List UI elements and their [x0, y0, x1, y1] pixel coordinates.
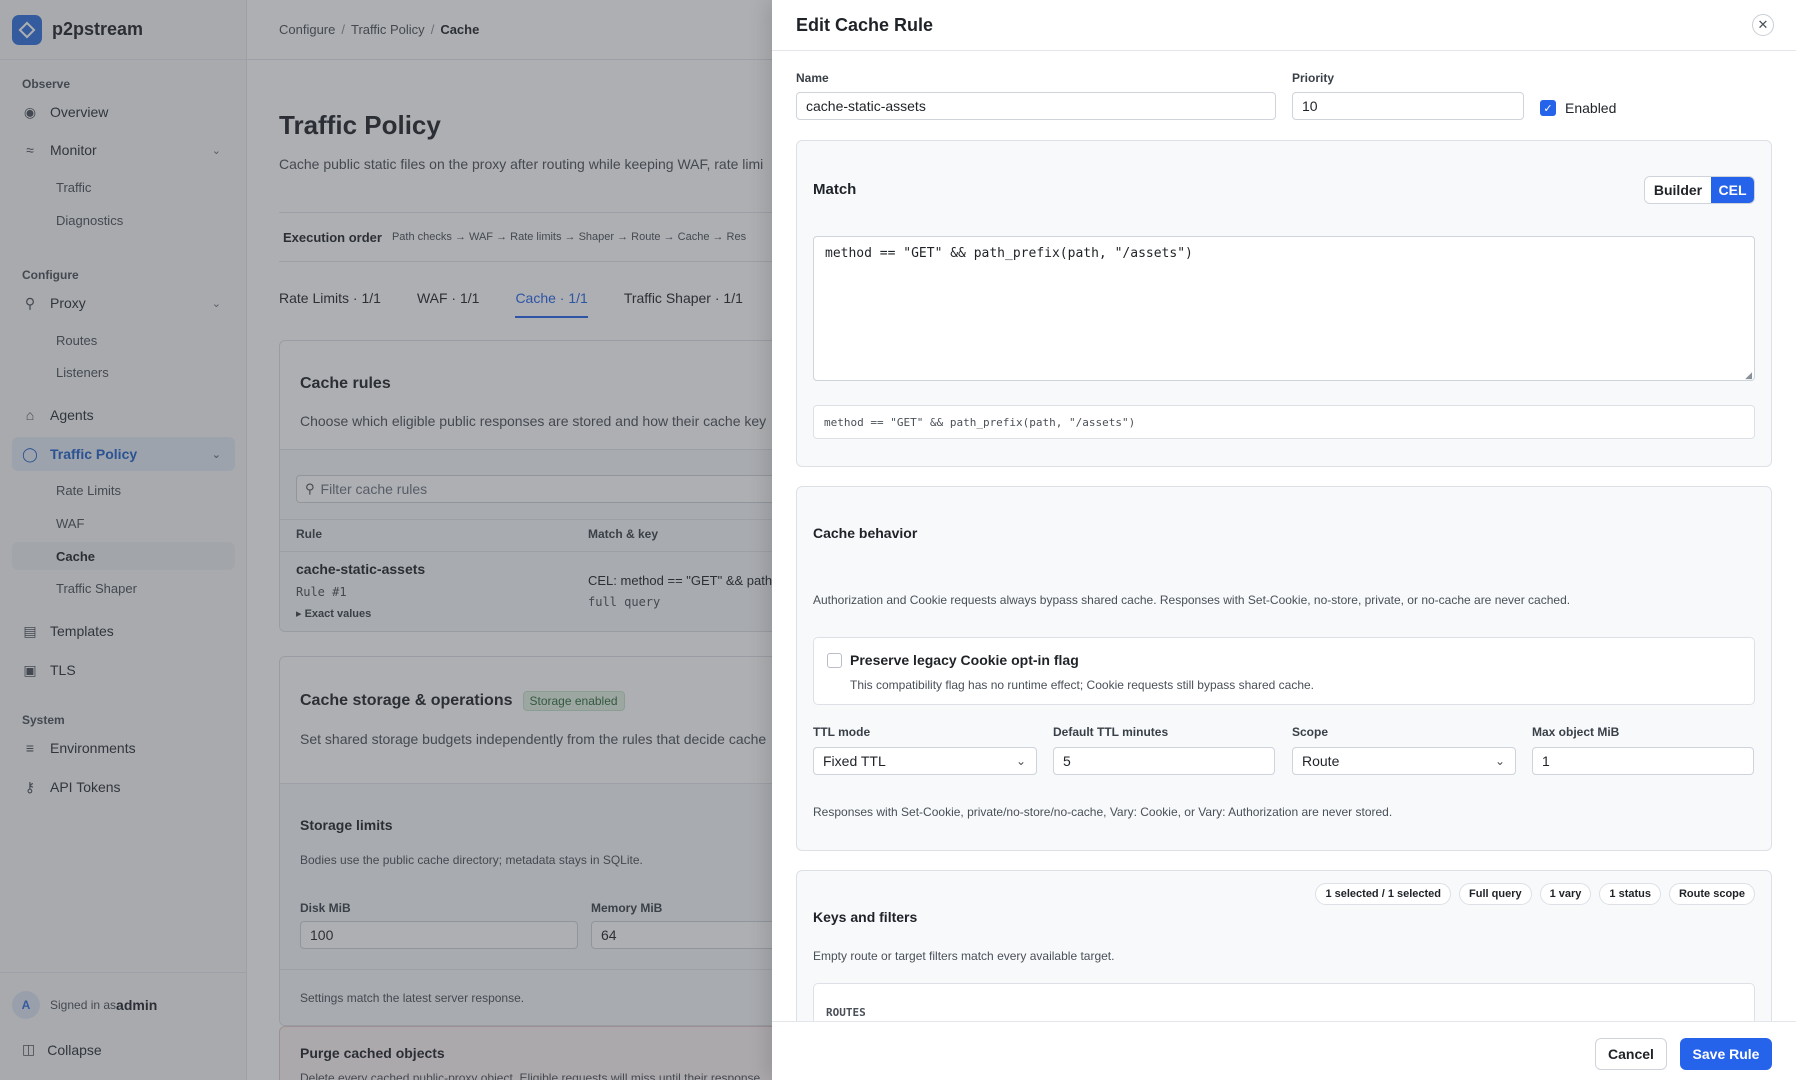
ttl-mode-select[interactable]: Fixed TTL ⌄ [813, 747, 1037, 775]
match-card: Match Builder CEL method == "GET" && pat… [796, 140, 1772, 467]
max-object-label: Max object MiB [1532, 725, 1620, 739]
keys-filters-card: Keys and filters 1 selected / 1 selected… [796, 870, 1772, 1021]
max-object-input[interactable]: 1 [1532, 747, 1754, 775]
drawer-header: Edit Cache Rule ✕ [772, 0, 1796, 51]
match-title: Match [813, 181, 857, 198]
priority-label: Priority [1292, 71, 1335, 85]
default-ttl-input[interactable]: 5 [1053, 747, 1275, 775]
chip-vary: 1 vary [1539, 883, 1592, 905]
legacy-cookie-title: Preserve legacy Cookie opt-in flag [850, 652, 1079, 668]
legacy-cookie-checkbox[interactable] [827, 653, 842, 668]
legacy-cookie-option: Preserve legacy Cookie opt-in flag This … [813, 637, 1755, 705]
cache-behavior-footnote: Responses with Set-Cookie, private/no-st… [813, 805, 1393, 819]
cel-mode-button[interactable]: CEL [1711, 177, 1754, 203]
keys-summary-chips: 1 selected / 1 selected Full query 1 var… [1307, 883, 1755, 905]
chip-full-query: Full query [1459, 883, 1532, 905]
save-rule-button[interactable]: Save Rule [1680, 1038, 1772, 1070]
checkbox-checked-icon[interactable]: ✓ [1540, 100, 1556, 116]
cache-behavior-card: Cache behavior Authorization and Cookie … [796, 486, 1772, 851]
keys-filters-title: Keys and filters [813, 909, 918, 925]
resize-handle-icon[interactable]: ◢ [1745, 370, 1752, 381]
close-icon[interactable]: ✕ [1752, 14, 1774, 36]
drawer-footer: Cancel Save Rule [772, 1021, 1796, 1080]
scope-select[interactable]: Route ⌄ [1292, 747, 1516, 775]
ttl-mode-label: TTL mode [813, 725, 871, 739]
chip-route-scope: Route scope [1668, 883, 1755, 905]
name-label: Name [796, 71, 829, 85]
ttl-mode-value: Fixed TTL [823, 753, 886, 769]
drawer-title: Edit Cache Rule [796, 14, 934, 35]
routes-filter-box: ROUTES [813, 983, 1755, 1021]
chip-status: 1 status [1599, 883, 1661, 905]
builder-mode-button[interactable]: Builder [1645, 177, 1711, 203]
enabled-label: Enabled [1565, 100, 1617, 116]
priority-input[interactable]: 10 [1292, 92, 1524, 120]
cel-preview: method == "GET" && path_prefix(path, "/a… [813, 405, 1755, 439]
legacy-cookie-description: This compatibility flag has no runtime e… [850, 678, 1315, 692]
cancel-button[interactable]: Cancel [1595, 1038, 1667, 1070]
default-ttl-label: Default TTL minutes [1053, 725, 1169, 739]
chevron-down-icon: ⌄ [1494, 754, 1505, 768]
cache-behavior-note: Authorization and Cookie requests always… [813, 593, 1571, 607]
scope-label: Scope [1292, 725, 1329, 739]
keys-filters-description: Empty route or target filters match ever… [813, 949, 1115, 963]
chevron-down-icon: ⌄ [1015, 754, 1026, 768]
drawer-body: Name cache-static-assets Priority 10 ✓ E… [772, 51, 1796, 1021]
chip-selected: 1 selected / 1 selected [1315, 883, 1452, 905]
cel-expression-editor[interactable]: method == "GET" && path_prefix(path, "/a… [813, 236, 1755, 381]
edit-cache-rule-drawer: Edit Cache Rule ✕ Name cache-static-asse… [772, 0, 1796, 1080]
routes-label: ROUTES [826, 1006, 866, 1019]
cache-behavior-title: Cache behavior [813, 525, 918, 541]
name-input[interactable]: cache-static-assets [796, 92, 1276, 120]
match-mode-toggle: Builder CEL [1644, 176, 1755, 204]
enabled-toggle[interactable]: ✓ Enabled [1540, 100, 1616, 116]
scope-value: Route [1302, 753, 1340, 769]
